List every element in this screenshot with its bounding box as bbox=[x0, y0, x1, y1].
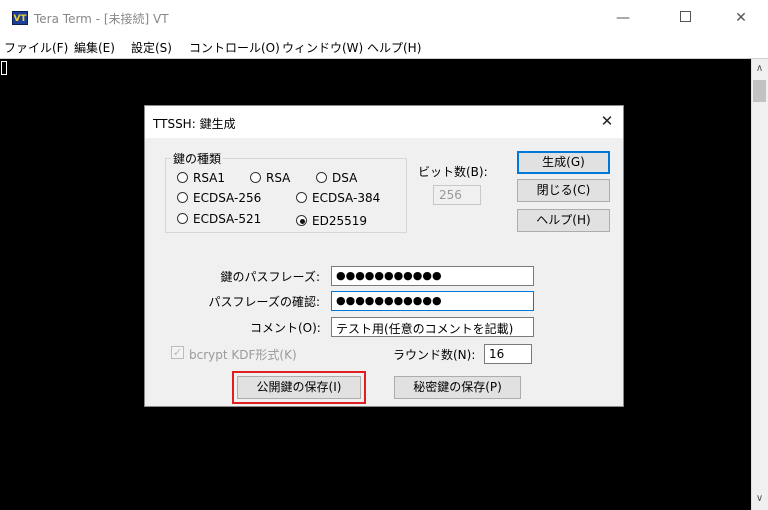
close-dialog-button[interactable]: 閉じる(C) bbox=[517, 179, 610, 202]
passphrase-label: 鍵のパスフレーズ: bbox=[220, 270, 320, 284]
generate-button[interactable]: 生成(G) bbox=[517, 151, 610, 174]
teraterm-app-icon[interactable]: VT bbox=[12, 11, 28, 25]
save-private-key-button[interactable]: 秘密鍵の保存(P) bbox=[394, 376, 521, 399]
menu-setup[interactable]: 設定(S) bbox=[131, 39, 172, 56]
menu-bar: ファイル(F) 編集(E) 設定(S) コントロール(O) ウィンドウ(W) ヘ… bbox=[0, 36, 768, 58]
vertical-scrollbar[interactable] bbox=[751, 59, 768, 510]
bcrypt-label: bcrypt KDF形式(K) bbox=[189, 348, 297, 362]
highlight-annotation bbox=[232, 371, 366, 404]
menu-window[interactable]: ウィンドウ(W) bbox=[282, 39, 363, 56]
dialog-title: TTSSH: 鍵生成 bbox=[153, 117, 236, 131]
radio-circle-icon bbox=[296, 215, 307, 226]
maximize-icon bbox=[679, 11, 691, 22]
scroll-thumb[interactable] bbox=[753, 80, 766, 102]
radio-circle-icon bbox=[296, 192, 307, 203]
passphrase-input[interactable]: ●●●●●●●●●●● bbox=[331, 266, 534, 286]
radio-circle-icon bbox=[316, 172, 327, 183]
confirm-passphrase-input[interactable]: ●●●●●●●●●●● bbox=[331, 291, 534, 311]
comment-input[interactable]: テスト用(任意のコメントを記載) bbox=[331, 317, 534, 337]
radio-circle-icon bbox=[177, 192, 188, 203]
close-window-button[interactable]: ✕ bbox=[718, 0, 764, 36]
close-icon: ✕ bbox=[735, 10, 747, 26]
radio-circle-icon bbox=[250, 172, 261, 183]
menu-file[interactable]: ファイル(F) bbox=[4, 39, 68, 56]
bits-input: 256 bbox=[433, 185, 481, 205]
menu-edit[interactable]: 編集(E) bbox=[74, 39, 115, 56]
comment-label: コメント(O): bbox=[250, 321, 321, 335]
rounds-label: ラウンド数(N): bbox=[393, 348, 476, 362]
menu-help[interactable]: ヘルプ(H) bbox=[367, 39, 421, 56]
radio-selected-dot bbox=[300, 219, 305, 224]
menu-control[interactable]: コントロール(O) bbox=[189, 39, 280, 56]
help-button[interactable]: ヘルプ(H) bbox=[517, 209, 610, 232]
minimize-icon: — bbox=[616, 10, 630, 26]
radio-circle-icon bbox=[177, 213, 188, 224]
maximize-button[interactable] bbox=[662, 0, 708, 36]
bits-label: ビット数(B): bbox=[418, 165, 488, 179]
confirm-passphrase-label: パスフレーズの確認: bbox=[208, 295, 320, 309]
radio-circle-icon bbox=[177, 172, 188, 183]
terminal-cursor bbox=[1, 61, 7, 75]
minimize-button[interactable]: — bbox=[600, 0, 646, 36]
rounds-input[interactable]: 16 bbox=[484, 344, 532, 364]
bcrypt-checkbox: ✓ bbox=[171, 346, 184, 359]
scroll-down-arrow-icon[interactable]: ∨ bbox=[751, 493, 768, 509]
dialog-close-icon[interactable]: ✕ bbox=[596, 110, 618, 132]
key-type-legend: 鍵の種類 bbox=[171, 150, 224, 167]
scroll-up-arrow-icon[interactable]: ∧ bbox=[751, 63, 768, 79]
window-title: Tera Term - [未接続] VT bbox=[34, 12, 169, 26]
